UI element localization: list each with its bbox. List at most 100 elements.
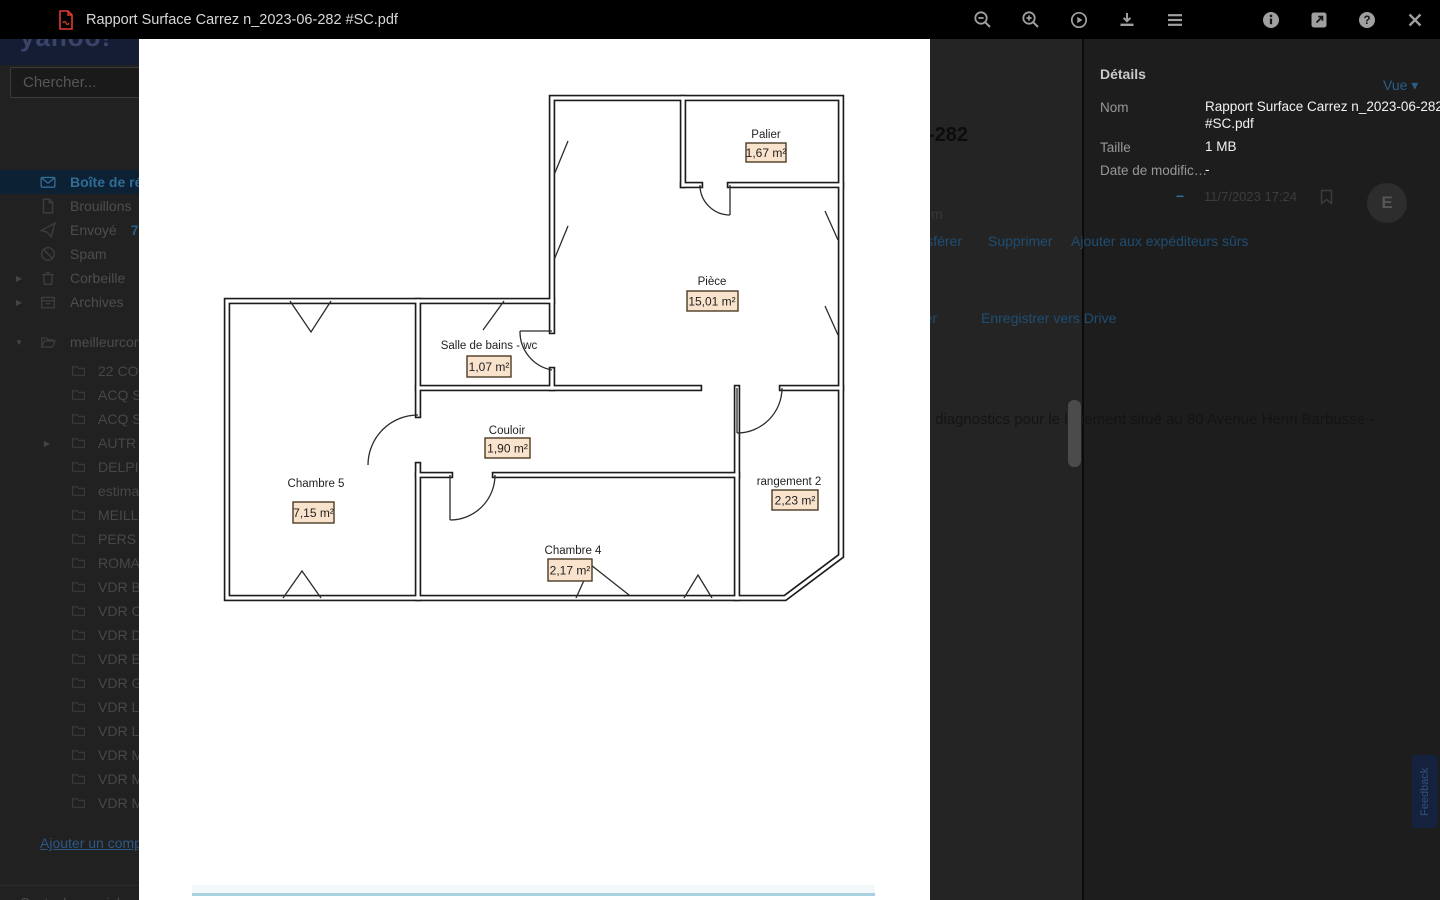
room-couloir: Couloir 1,90 m² — [484, 425, 531, 459]
subfolder-label: estima — [98, 483, 140, 499]
subfolder-label: VDR M — [98, 747, 144, 763]
trash-icon — [40, 270, 56, 286]
svg-text:rangement 2: rangement 2 — [757, 476, 822, 488]
subfolder-label: VDR L — [98, 699, 140, 715]
enregistrer-drive-link[interactable]: Enregistrer vers Drive — [981, 310, 1116, 326]
subfolder-label: AUTR — [98, 435, 137, 451]
folder-icon — [71, 507, 87, 523]
quota-label: Quota de courriel — [20, 895, 120, 900]
door-arcs — [282, 140, 839, 599]
subfolder-label: VDR E — [98, 651, 141, 667]
close-icon[interactable] — [1405, 10, 1425, 30]
present-icon[interactable] — [1069, 10, 1089, 30]
email-subject-fragment: -282 — [928, 124, 969, 146]
folder-label: Spam — [70, 246, 107, 262]
expediteurs-surs-link[interactable]: Ajouter aux expéditeurs sûrs — [1071, 233, 1248, 249]
details-taille-value: 1 MB — [1205, 139, 1237, 154]
caret-down-icon[interactable]: ▼ — [12, 338, 26, 347]
folder-icon — [71, 747, 87, 763]
bookmark-icon[interactable] — [1320, 189, 1333, 210]
folder-icon — [71, 387, 87, 403]
subfolder-label: VDR M — [98, 795, 144, 811]
next-page-band — [192, 885, 875, 893]
folder-count-badge: 7 — [130, 222, 139, 238]
folder-label: Archives — [70, 294, 124, 310]
folder-icon — [71, 363, 87, 379]
pdf-page: Palier 1,67 m² Pièce 15,01 m² Salle de b… — [139, 39, 930, 900]
collapse-message-icon[interactable]: − — [1176, 188, 1184, 204]
subfolder-label: VDR G — [98, 675, 143, 691]
subfolder-label: VDR L — [98, 723, 140, 739]
svg-text:Chambre 4: Chambre 4 — [545, 545, 602, 557]
folder-icon — [71, 555, 87, 571]
details-nom-label: Nom — [1100, 100, 1129, 115]
archive-icon — [40, 294, 56, 310]
svg-text:Chambre 5: Chambre 5 — [288, 478, 345, 490]
subfolder-label: ROMA — [98, 555, 140, 571]
caret-right-icon[interactable]: ▶ — [12, 298, 26, 307]
folder-label: Envoyé — [70, 222, 117, 238]
folder-icon — [71, 459, 87, 475]
subfolder-label: VDR B — [98, 579, 141, 595]
feedback-tab[interactable]: Feedback — [1412, 755, 1438, 828]
view-menu[interactable]: Vue ▾ — [1383, 77, 1418, 94]
room-chambre-5: Chambre 5 7,15 m² — [288, 478, 345, 524]
zoom-in-icon[interactable] — [1021, 10, 1041, 30]
svg-text:7,15 m²: 7,15 m² — [293, 506, 334, 520]
svg-text:Palier: Palier — [751, 129, 781, 141]
svg-text:1,90 m²: 1,90 m² — [487, 442, 528, 456]
room-chambre-4: Chambre 4 2,17 m² — [545, 545, 602, 582]
subfolder-label: DELPI — [98, 459, 139, 475]
subfolder-label: VDR C — [98, 603, 142, 619]
send-icon — [40, 222, 56, 238]
email-date: 11/7/2023 17:24 — [1204, 189, 1298, 204]
zoom-out-icon[interactable] — [973, 10, 993, 30]
download-icon[interactable] — [1117, 10, 1137, 30]
pdf-file-icon — [58, 9, 74, 30]
sender-avatar[interactable]: E — [1367, 183, 1407, 223]
menu-icon[interactable] — [1165, 10, 1185, 30]
room-palier: Palier 1,67 m² — [745, 129, 787, 163]
floorplan-drawing: Palier 1,67 m² Pièce 15,01 m² Salle de b… — [223, 94, 845, 602]
folder-icon — [71, 483, 87, 499]
popout-icon[interactable] — [1309, 10, 1329, 30]
subfolder-label: ACQ S — [98, 387, 142, 403]
room-salle-de-bains: Salle de bains - wc 1,07 m² — [441, 340, 538, 378]
svg-text:Couloir: Couloir — [489, 425, 526, 437]
add-account-link[interactable]: Ajouter un compte — [40, 835, 154, 851]
info-icon[interactable] — [1261, 10, 1281, 30]
subfolder-label: VDR D — [98, 627, 142, 643]
folder-icon — [71, 411, 87, 427]
subfolder-label: 22 CO — [98, 363, 139, 379]
folder-icon — [71, 723, 87, 739]
supprimer-link[interactable]: Supprimer — [988, 233, 1053, 249]
pdf-viewer-title: Rapport Surface Carrez n_2023-06-282 #SC… — [86, 11, 398, 28]
caret-right-icon[interactable]: ▶ — [40, 439, 54, 448]
folder-icon — [71, 579, 87, 595]
svg-text:Pièce: Pièce — [698, 276, 727, 288]
caret-right-icon[interactable]: ▶ — [12, 274, 26, 283]
room-piece: Pièce 15,01 m² — [686, 276, 739, 312]
folder-open-icon — [40, 334, 56, 350]
folder-icon — [71, 435, 87, 451]
details-date-label: Date de modific… — [1100, 163, 1208, 178]
inbox-icon — [40, 174, 56, 190]
folder-label: Corbeille — [70, 270, 126, 286]
draft-icon — [40, 198, 56, 214]
scrollbar-thumb[interactable] — [1068, 400, 1081, 467]
folder-label: Brouillons — [70, 198, 132, 214]
help-icon[interactable]: ? — [1357, 10, 1377, 30]
folder-icon — [71, 699, 87, 715]
svg-text:1,67 m²: 1,67 m² — [746, 146, 787, 160]
svg-text:Salle de bains - wc: Salle de bains - wc — [441, 340, 538, 352]
svg-text:1,07 m²: 1,07 m² — [469, 360, 510, 374]
subfolder-label: PERS — [98, 531, 137, 547]
details-nom-value: Rapport Surface Carrez n_2023-06-282 #SC… — [1205, 99, 1440, 131]
subfolder-label: ACQ S — [98, 411, 142, 427]
folder-icon — [71, 531, 87, 547]
folder-icon — [71, 771, 87, 787]
spam-icon — [40, 246, 56, 262]
subfolder-label: VDR M — [98, 771, 144, 787]
email-sender-fragment: m — [931, 206, 943, 222]
screen: yahoo! Chercher... Boîte de réceptionBro… — [0, 0, 1440, 900]
